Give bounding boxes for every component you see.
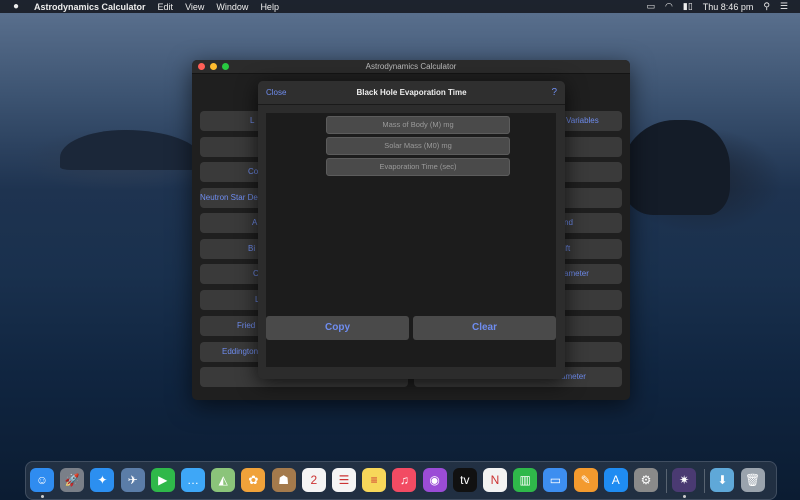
mass-of-body-input[interactable] [326, 116, 510, 134]
dock-separator [704, 469, 706, 493]
app-store-icon[interactable]: A [603, 468, 628, 492]
window-controls [198, 63, 229, 70]
calculator-sheet: Close Black Hole Evaporation Time ? Copy… [258, 81, 565, 379]
astrodynamics-app-icon[interactable]: ✷ [672, 468, 697, 492]
search-icon[interactable]: ⚲ [763, 1, 770, 12]
window-title: Astrodynamics Calculator [365, 62, 457, 71]
photos-icon[interactable]: ✿ [241, 468, 266, 492]
running-indicator [40, 495, 44, 498]
numbers-icon[interactable]: ▥ [513, 468, 538, 492]
wifi-icon[interactable]: ◠ [665, 1, 673, 12]
launchpad-icon[interactable]: 🚀 [60, 468, 85, 492]
keynote-icon[interactable]: ▭ [543, 468, 568, 492]
reminders-icon[interactable]: ☰ [332, 468, 356, 492]
menu-bar-status: ▭ ◠ ▮▯ Thu 8:46 pm ⚲ ☰ [647, 1, 800, 12]
finder-icon[interactable]: ☺ [30, 468, 54, 492]
menu-edit[interactable]: Edit [158, 2, 174, 12]
menu-window[interactable]: Window [216, 2, 248, 12]
system-preferences-icon[interactable]: ⚙ [634, 468, 658, 492]
sheet-header: Close Black Hole Evaporation Time ? [258, 81, 565, 105]
menu-clock[interactable]: Thu 8:46 pm [703, 2, 754, 12]
notes-icon[interactable]: ≡ [362, 468, 387, 492]
control-center-icon[interactable]: ☰ [780, 1, 788, 12]
running-indicator [682, 495, 686, 498]
window-titlebar[interactable]: Astrodynamics Calculator [192, 60, 630, 74]
airplay-icon[interactable]: ▭ [647, 1, 656, 12]
sheet-title: Black Hole Evaporation Time [356, 88, 467, 97]
apple-tv-icon[interactable]: tv [452, 468, 477, 492]
podcasts-icon[interactable]: ◉ [422, 468, 447, 492]
menu-view[interactable]: View [185, 2, 204, 12]
copy-button[interactable]: Copy [266, 316, 409, 340]
evaporation-time-output[interactable] [326, 158, 510, 176]
maps-icon[interactable]: ◭ [211, 468, 236, 492]
clear-button[interactable]: Clear [413, 316, 556, 340]
menu-bar: ● Astrodynamics Calculator Edit View Win… [0, 0, 800, 13]
dock: ☺ 🚀 ✦ ✈ ▶… ◭ ✿ ☗ 2 ☰ ≡ ♫ ◉ tv N ▥ ▭ ✎ A ⚙ ✷ ⬇ 🗑 [25, 461, 777, 500]
calendar-icon[interactable]: 2 [301, 468, 326, 492]
close-button[interactable]: Close [266, 81, 286, 104]
zoom-window-icon[interactable] [222, 63, 229, 70]
news-icon[interactable]: N [483, 468, 507, 492]
safari-icon[interactable]: ✦ [90, 468, 115, 492]
pages-icon[interactable]: ✎ [573, 468, 598, 492]
minimize-window-icon[interactable] [210, 63, 217, 70]
battery-icon[interactable]: ▮▯ [683, 1, 693, 12]
apple-menu-icon[interactable]: ● [10, 1, 22, 12]
downloads-folder-icon[interactable]: ⬇ [710, 468, 735, 492]
contacts-icon[interactable]: ☗ [271, 468, 296, 492]
trash-icon[interactable]: 🗑 [740, 468, 765, 492]
menu-help[interactable]: Help [260, 2, 279, 12]
dock-separator [666, 469, 668, 493]
photo-preview-icon[interactable]: ✈ [120, 468, 145, 492]
solar-mass-input[interactable] [326, 137, 510, 155]
messages-icon[interactable]: … [181, 468, 205, 492]
help-icon[interactable]: ? [551, 81, 557, 104]
menu-app-name[interactable]: Astrodynamics Calculator [34, 2, 146, 12]
facetime-icon[interactable]: ▶ [150, 468, 175, 492]
music-icon[interactable]: ♫ [392, 468, 417, 492]
close-window-icon[interactable] [198, 63, 205, 70]
